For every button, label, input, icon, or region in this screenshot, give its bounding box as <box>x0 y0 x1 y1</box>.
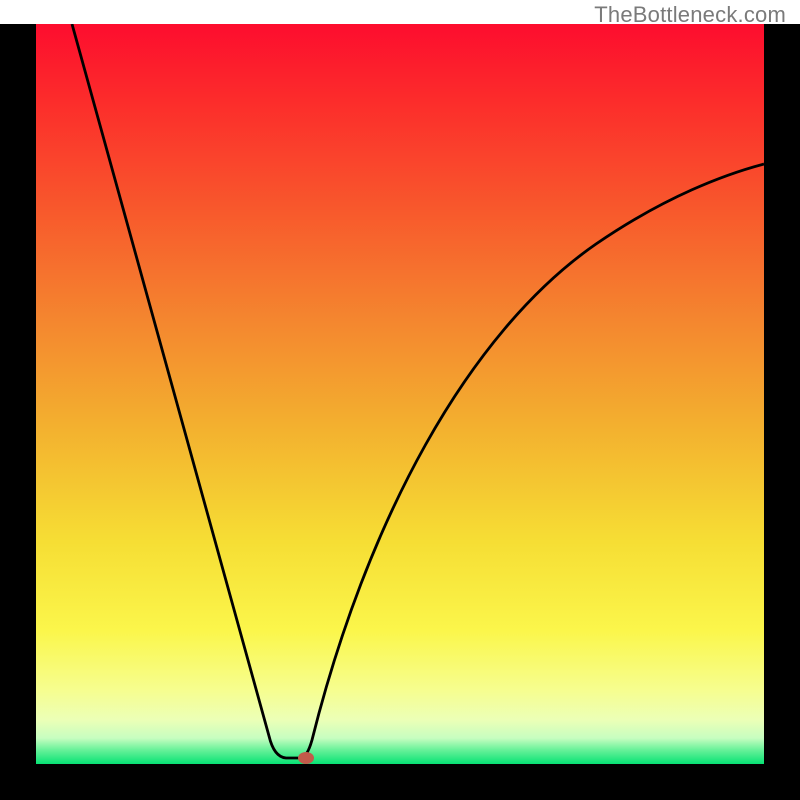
gradient-background <box>36 24 764 764</box>
plot-svg <box>36 24 764 764</box>
attribution-text: TheBottleneck.com <box>594 2 786 28</box>
minimum-marker <box>298 752 314 764</box>
chart-container: TheBottleneck.com <box>0 0 800 800</box>
plot-border <box>0 24 800 800</box>
plot-area <box>36 24 764 764</box>
